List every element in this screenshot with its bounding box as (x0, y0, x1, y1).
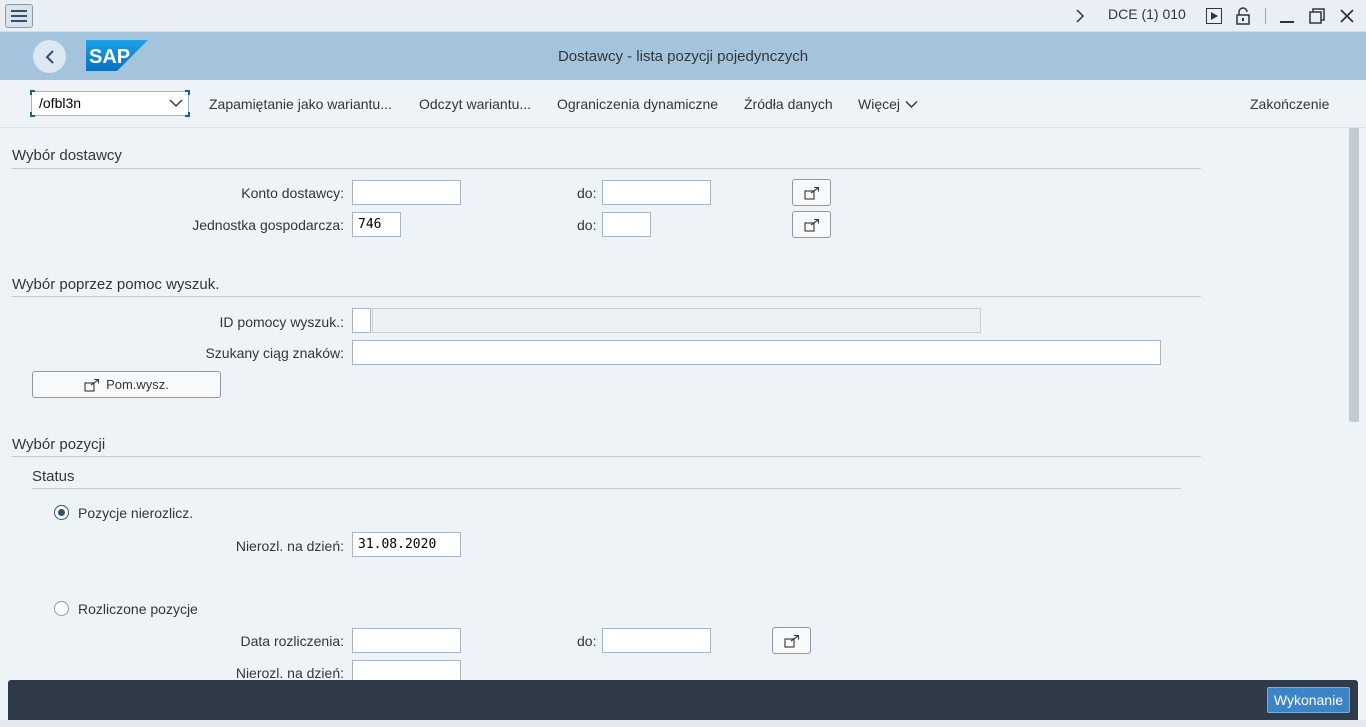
company-code-from-input[interactable]: 746 (352, 212, 401, 237)
to-label: do: (577, 217, 597, 233)
expand-chevron-button[interactable] (1071, 7, 1089, 25)
section-title-vendor: Wybór dostawcy (12, 147, 122, 164)
divider (1265, 8, 1266, 24)
lock-button[interactable] (1234, 7, 1252, 25)
multiple-selection-icon (84, 378, 100, 392)
vendor-account-from-input[interactable] (352, 180, 461, 205)
scrollbar-thumb[interactable] (1349, 128, 1359, 422)
company-code-label: Jednostka gospodarcza: (192, 217, 344, 233)
multiple-selection-icon (783, 634, 799, 648)
menu-button[interactable] (5, 4, 33, 28)
section-title-search-help: Wybór poprzez pomoc wyszuk. (12, 276, 220, 293)
cleared-items-label: Rozliczone pozycje (78, 601, 198, 617)
system-info: DCE (1) 010 (1108, 6, 1186, 22)
hamburger-icon (11, 10, 27, 22)
cleared-key-date-input[interactable] (352, 660, 461, 680)
window-bottom-edge (0, 720, 1366, 727)
clearing-date-to-input[interactable] (602, 628, 711, 653)
restore-button[interactable] (1308, 7, 1326, 25)
search-help-button[interactable]: Pom.wysz. (32, 371, 221, 398)
footer-bar: Wykonanie (8, 680, 1358, 720)
minimize-icon (1280, 21, 1294, 23)
company-code-multiple-selection-button[interactable] (792, 211, 831, 238)
clearing-date-from-input[interactable] (352, 628, 461, 653)
multiple-selection-icon (803, 218, 819, 232)
vendor-account-to-input[interactable] (602, 180, 711, 205)
vendor-account-multiple-selection-button[interactable] (792, 179, 831, 206)
dynamic-selections-button[interactable]: Ograniczenia dynamiczne (557, 96, 718, 112)
open-items-radio[interactable] (54, 505, 69, 520)
play-icon (1206, 8, 1222, 24)
more-menu-label: Więcej (858, 96, 901, 112)
close-icon (1340, 9, 1354, 23)
search-string-label: Szukany ciąg znaków: (205, 345, 344, 361)
page-title: Dostawcy - lista pozycji pojedynczych (557, 48, 809, 65)
command-field[interactable]: /ofbl3n (30, 90, 190, 117)
chevron-right-icon (1076, 9, 1085, 23)
vertical-scrollbar[interactable] (1346, 128, 1366, 680)
search-help-button-label: Pom.wysz. (106, 377, 169, 392)
exit-button[interactable]: Zakończenie (1250, 96, 1329, 112)
open-key-date-label: Nierozl. na dzień: (235, 538, 344, 554)
cleared-key-date-label: Nierozl. na dzień: (235, 665, 344, 680)
execute-button[interactable]: Wykonanie (1266, 687, 1350, 713)
vendor-account-label: Konto dostawcy: (241, 185, 344, 201)
search-help-id-label: ID pomocy wyszuk.: (219, 314, 344, 330)
window-bar: DCE (1) 010 (0, 0, 1366, 32)
search-help-id-input[interactable] (352, 308, 371, 333)
to-label: do: (577, 633, 597, 649)
open-key-date-input[interactable]: 31.08.2020 (352, 532, 461, 557)
section-divider (12, 168, 1201, 169)
search-help-description-field (372, 308, 981, 333)
section-title-status: Status (32, 468, 75, 485)
record-button[interactable] (1205, 7, 1223, 25)
section-title-item-selection: Wybór pozycji (12, 436, 106, 453)
clearing-date-label: Data rozliczenia: (240, 633, 345, 649)
clearing-date-multiple-selection-button[interactable] (772, 627, 811, 654)
minimize-button[interactable] (1278, 7, 1296, 25)
get-variant-button[interactable]: Odczyt wariantu... (419, 96, 531, 112)
to-label: do: (577, 185, 597, 201)
chevron-down-icon[interactable] (169, 98, 183, 108)
shell-bar: SAP Dostawcy - lista pozycji pojedynczyc… (0, 32, 1366, 80)
application-toolbar: /ofbl3n Zapamiętanie jako wariantu... Od… (0, 80, 1366, 128)
unlock-icon (1236, 7, 1250, 25)
restore-icon (1309, 8, 1325, 24)
close-button[interactable] (1338, 7, 1356, 25)
section-divider (12, 456, 1201, 457)
save-variant-button[interactable]: Zapamiętanie jako wariantu... (209, 96, 392, 112)
data-sources-button[interactable]: Źródła danych (744, 96, 833, 112)
open-items-label: Pozycje nierozlicz. (78, 505, 194, 521)
search-string-input[interactable] (352, 340, 1161, 365)
chevron-down-icon (905, 100, 918, 108)
company-code-to-input[interactable] (602, 212, 651, 237)
selection-screen: Wybór dostawcy Konto dostawcy: do: Jedno… (0, 128, 1346, 680)
cleared-items-radio[interactable] (54, 601, 69, 616)
more-menu-button[interactable]: Więcej (858, 96, 918, 112)
multiple-selection-icon (803, 186, 819, 200)
command-field-value: /ofbl3n (39, 95, 82, 111)
section-divider (12, 296, 1201, 297)
section-divider (32, 488, 1181, 489)
